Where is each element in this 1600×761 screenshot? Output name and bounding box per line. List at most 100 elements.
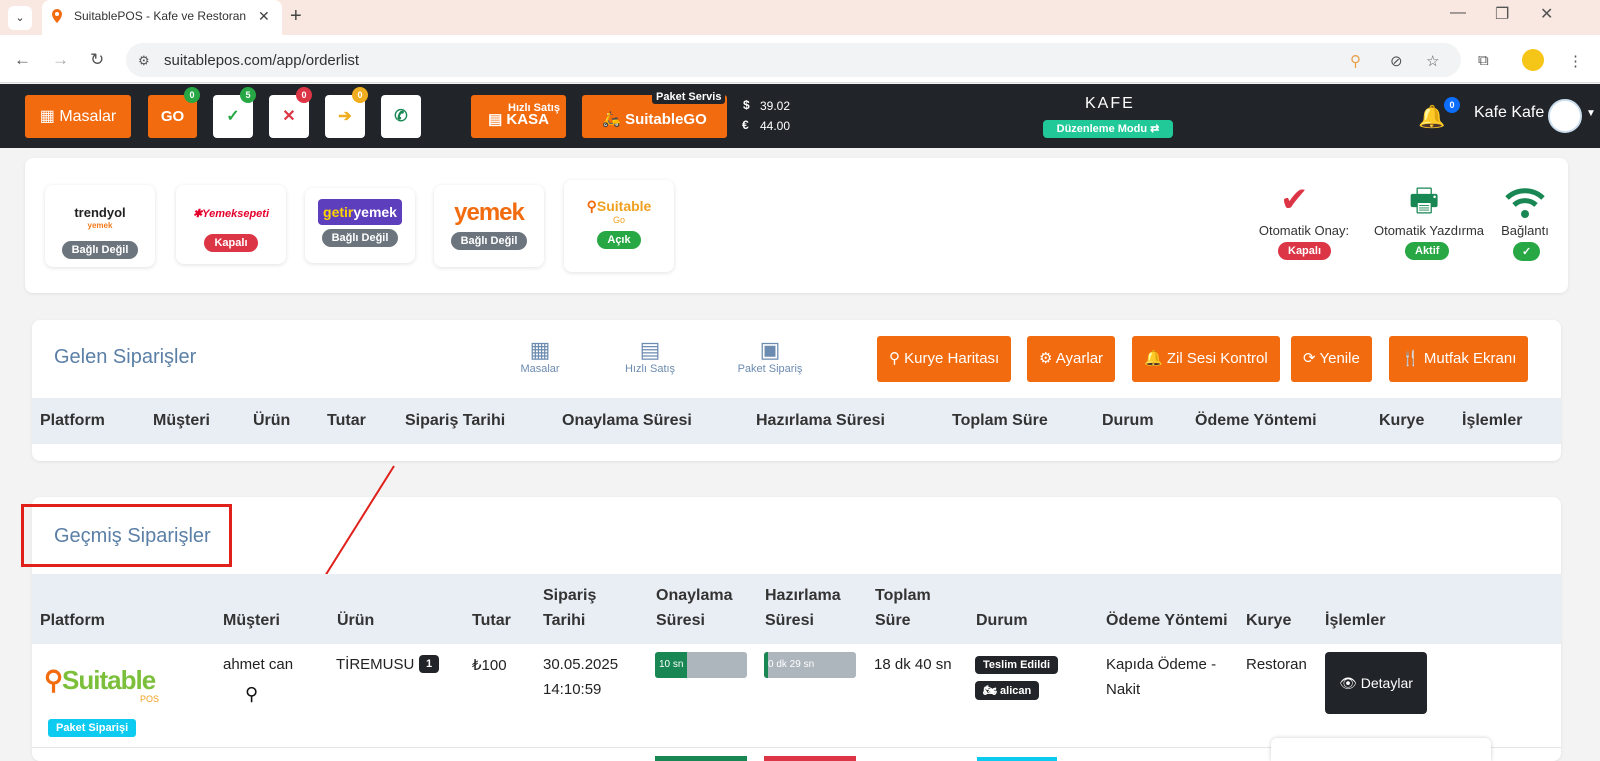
approved-count-badge: 5 <box>240 87 256 103</box>
platform-trendyol[interactable]: trendyol yemek Bağlı Değil <box>45 185 155 267</box>
platform-suitablego[interactable]: ⚲Suitable Go Açık <box>564 180 674 272</box>
platform-migros[interactable]: yemek Bağlı Değil <box>434 185 544 267</box>
close-window-icon[interactable]: ✕ <box>1540 4 1553 24</box>
user-name[interactable]: Kafe Kafe <box>1474 104 1544 122</box>
map-pin-icon[interactable]: ⚲ <box>245 684 258 705</box>
minimize-icon[interactable]: — <box>1450 4 1466 22</box>
suitablego-logo-sub: Go <box>612 215 625 225</box>
col-islemler: İşlemler <box>1325 612 1386 629</box>
motorcycle-icon: 🛵 <box>602 111 621 128</box>
chevron-down-icon[interactable]: ▼ <box>1586 108 1596 119</box>
courier-map-button[interactable]: ⚲ Kurye Haritası <box>877 336 1012 382</box>
quick-masalar[interactable]: ▦ Masalar <box>515 337 565 375</box>
approved-orders-button[interactable]: ✓ 5 <box>213 87 256 138</box>
next-row-bar-fragment <box>764 756 856 761</box>
bookmark-star-icon[interactable]: ☆ <box>1426 52 1439 70</box>
details-button[interactable]: 👁 Detaylar <box>1325 652 1427 714</box>
suitablego-label: SuitableGO <box>625 111 707 128</box>
edit-mode-button[interactable]: Düzenleme Modu ⇄ <box>1043 120 1173 138</box>
url-input[interactable]: suitablepos.com/app/orderlist <box>126 43 1461 77</box>
platform-yemeksepeti[interactable]: ✱Yemeksepeti Kapalı <box>176 185 286 264</box>
order-date: 30.05.2025 <box>543 656 619 673</box>
quantity-badge: 1 <box>419 655 440 673</box>
go-count-badge: 0 <box>184 87 200 103</box>
extensions-icon[interactable]: ⧉ <box>1478 52 1489 69</box>
col-odeme: Ödeme Yöntemi <box>1106 612 1228 629</box>
forward-icon[interactable]: → <box>52 50 69 70</box>
back-icon[interactable]: ← <box>14 50 31 70</box>
auto-confirm-label: Otomatik Onay: <box>1258 223 1350 238</box>
auto-confirm-status[interactable]: Kapalı <box>1278 242 1332 260</box>
box-icon: ▣ <box>759 337 781 362</box>
confirm-time-text: 10 sn <box>659 659 684 670</box>
table-grid-icon: ▦ <box>529 337 551 362</box>
payment-method-line2: Nakit <box>1106 681 1141 698</box>
order-time: 14:10:59 <box>543 681 602 698</box>
trendyol-status: Bağlı Değil <box>61 241 139 259</box>
browser-menu-icon[interactable]: ⋮ <box>1568 52 1583 70</box>
quick-paket-siparis-label: Paket Sipariş <box>737 363 803 375</box>
profile-avatar[interactable] <box>1522 49 1544 71</box>
cash-register-icon: ▤ <box>639 337 661 362</box>
usd-rate: 39.02 <box>760 99 791 113</box>
bell-icon[interactable]: 🔔 <box>1418 104 1445 130</box>
platform-logo-text: Suitable <box>62 665 156 695</box>
tab-close-icon[interactable]: ✕ <box>258 8 270 25</box>
rejected-orders-button[interactable]: ✕ 0 <box>269 87 312 138</box>
restore-icon[interactable]: ❐ <box>1495 4 1509 24</box>
col-onaylama-line2: Süresi <box>656 612 705 629</box>
courier-map-label: Kurye Haritası <box>904 350 1000 367</box>
col-kurye: Kurye <box>1246 612 1292 629</box>
getir-logo: getiryemek <box>318 199 402 225</box>
masalar-label: Masalar <box>59 108 117 125</box>
go-button[interactable]: GO 0 <box>148 87 200 138</box>
edit-mode-label: Düzenleme Modu <box>1056 123 1148 135</box>
table-grid-icon: ▦ <box>39 108 55 125</box>
quick-masalar-label: Masalar <box>520 363 560 375</box>
hizli-satis-label: Hızlı Satış <box>508 102 560 114</box>
auto-print-status[interactable]: Aktif <box>1405 242 1450 260</box>
platform-getir[interactable]: getiryemek Bağlı Değil <box>305 188 415 263</box>
reload-icon[interactable]: ↻ <box>90 50 104 70</box>
col-toplam: Toplam Süre <box>952 412 1048 429</box>
site-info-icon[interactable]: ⚙ <box>138 53 150 69</box>
col-siparis-tarihi: Sipariş Tarihi <box>405 412 506 429</box>
suitablego-button[interactable]: 🛵 SuitableGO Paket Servis <box>582 90 727 138</box>
eye-icon: 👁 <box>1339 675 1357 691</box>
browser-tab[interactable]: SuitablePOS - Kafe ve Restoran <box>42 0 282 35</box>
col-siparis-line1: Sipariş <box>543 587 597 604</box>
notification-count-badge: 0 <box>1444 97 1460 113</box>
trendyol-logo: trendyol yemek <box>74 205 126 230</box>
kitchen-screen-button[interactable]: 🍴 Mutfak Ekranı <box>1389 336 1529 382</box>
phone-orders-button[interactable]: ✆ <box>381 95 421 138</box>
eye-off-icon[interactable]: ⊘ <box>1390 52 1403 70</box>
arrow-right-icon: ➔ <box>338 108 352 125</box>
refresh-button[interactable]: ⟳ Yenile <box>1291 336 1372 382</box>
masalar-button[interactable]: ▦ Masalar <box>25 95 131 138</box>
col-urun: Ürün <box>337 612 375 629</box>
forwarded-orders-button[interactable]: ➔ 0 <box>325 87 368 138</box>
settings-button[interactable]: ⚙ Ayarlar <box>1027 336 1116 382</box>
tab-search-button[interactable]: ⌄ <box>8 6 32 30</box>
swap-icon: ⇄ <box>1150 123 1160 135</box>
next-row-badge-fragment <box>977 757 1057 761</box>
col-toplam-line2: Süre <box>875 612 911 629</box>
migros-yemek-logo: yemek <box>454 199 525 226</box>
past-table-header: Platform Müşteri Ürün Tutar Sipariş Tari… <box>32 574 1561 644</box>
suitable-favicon-icon <box>52 9 62 23</box>
quick-hizli-satis[interactable]: ▤ Hızlı Satış <box>620 337 680 375</box>
details-label: Detaylar <box>1360 675 1413 691</box>
new-tab-button[interactable]: + <box>290 5 302 28</box>
location-icon[interactable]: ⚲ <box>1350 52 1361 70</box>
ringtone-control-button[interactable]: 🔔 Zil Sesi Kontrol <box>1132 336 1280 382</box>
total-time: 18 dk 40 sn <box>874 656 952 673</box>
user-avatar[interactable] <box>1548 99 1582 133</box>
prep-time-bar: 0 dk 29 sn <box>764 652 856 678</box>
quick-paket-siparis[interactable]: ▣ Paket Sipariş <box>734 337 806 375</box>
eur-symbol: € <box>742 118 749 132</box>
product-name: TİREMUSU <box>336 656 415 673</box>
kasa-button[interactable]: ▤ KASA Hızlı Satış <box>471 95 566 138</box>
col-odeme: Ödeme Yöntemi <box>1195 412 1317 429</box>
double-check-icon: ✔ <box>1280 181 1309 219</box>
migros-status: Bağlı Değil <box>450 232 528 250</box>
